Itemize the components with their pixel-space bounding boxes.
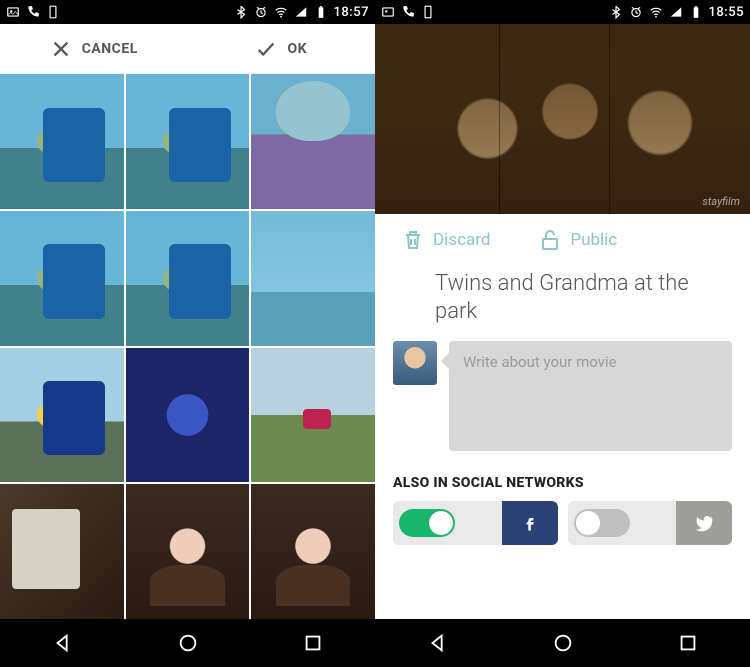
- twitter-share: [568, 501, 733, 545]
- movie-title: Twins and Grandma at the park: [375, 260, 750, 341]
- avatar: [393, 341, 437, 385]
- photo-thumb[interactable]: [126, 348, 250, 483]
- signal-icon: [294, 5, 308, 19]
- picture-icon: [381, 5, 395, 19]
- back-icon[interactable]: [427, 632, 449, 654]
- photo-thumb[interactable]: [251, 74, 375, 209]
- picture-icon: [6, 5, 20, 19]
- privacy-label: Public: [570, 230, 617, 250]
- photo-thumb[interactable]: [0, 211, 124, 346]
- movie-actions: Discard Public: [375, 214, 750, 260]
- watermark: stayfilm: [702, 195, 740, 208]
- photo-thumb[interactable]: [251, 348, 375, 483]
- movie-preview[interactable]: stayfilm: [375, 24, 750, 214]
- photo-thumb[interactable]: [0, 484, 124, 619]
- android-navbar: [0, 619, 375, 667]
- signal-icon: [669, 5, 683, 19]
- compose-row: Write about your movie: [375, 341, 750, 451]
- social-row: [375, 501, 750, 551]
- facebook-icon: [502, 501, 558, 545]
- device-icon: [46, 5, 60, 19]
- privacy-button[interactable]: Public: [538, 228, 617, 252]
- battery-icon: [689, 5, 703, 19]
- photo-thumb[interactable]: [126, 484, 250, 619]
- bluetooth-icon: [609, 5, 623, 19]
- back-icon[interactable]: [52, 632, 74, 654]
- wifi-icon: [274, 5, 288, 19]
- facebook-toggle[interactable]: [393, 501, 502, 545]
- facebook-share: [393, 501, 558, 545]
- home-icon[interactable]: [552, 632, 574, 654]
- phone-icon: [26, 5, 40, 19]
- battery-icon: [314, 5, 328, 19]
- status-bar: 18:55: [375, 0, 750, 24]
- twitter-toggle[interactable]: [568, 501, 677, 545]
- cancel-button[interactable]: CANCEL: [0, 38, 188, 60]
- photo-thumb[interactable]: [251, 211, 375, 346]
- unlock-icon: [538, 228, 562, 252]
- photo-grid: [0, 74, 375, 619]
- description-input[interactable]: Write about your movie: [449, 341, 732, 451]
- discard-button[interactable]: Discard: [401, 228, 490, 252]
- status-time: 18:55: [709, 5, 744, 20]
- placeholder-text: Write about your movie: [463, 353, 617, 371]
- ok-button[interactable]: OK: [188, 38, 376, 60]
- check-icon: [255, 38, 277, 60]
- home-icon[interactable]: [177, 632, 199, 654]
- photo-thumb[interactable]: [126, 211, 250, 346]
- photo-thumb[interactable]: [0, 74, 124, 209]
- photo-thumb[interactable]: [126, 74, 250, 209]
- photo-thumb[interactable]: [251, 484, 375, 619]
- photo-select-screen: 18:57 CANCEL OK: [0, 0, 375, 667]
- status-time: 18:57: [334, 5, 369, 20]
- photo-thumb[interactable]: [0, 348, 124, 483]
- device-icon: [421, 5, 435, 19]
- close-icon: [50, 38, 72, 60]
- phone-icon: [401, 5, 415, 19]
- social-header: ALSO IN SOCIAL NETWORKS: [375, 451, 750, 501]
- bluetooth-icon: [234, 5, 248, 19]
- cancel-label: CANCEL: [82, 41, 138, 57]
- ok-label: OK: [287, 41, 307, 57]
- movie-publish-screen: 18:55 stayfilm Discard Public Twins and …: [375, 0, 750, 667]
- trash-icon: [401, 228, 425, 252]
- alarm-icon: [629, 5, 643, 19]
- discard-label: Discard: [433, 230, 490, 250]
- recent-icon[interactable]: [677, 632, 699, 654]
- recent-icon[interactable]: [302, 632, 324, 654]
- selection-toolbar: CANCEL OK: [0, 24, 375, 74]
- status-bar: 18:57: [0, 0, 375, 24]
- twitter-icon: [676, 501, 732, 545]
- wifi-icon: [649, 5, 663, 19]
- alarm-icon: [254, 5, 268, 19]
- android-navbar: [375, 619, 750, 667]
